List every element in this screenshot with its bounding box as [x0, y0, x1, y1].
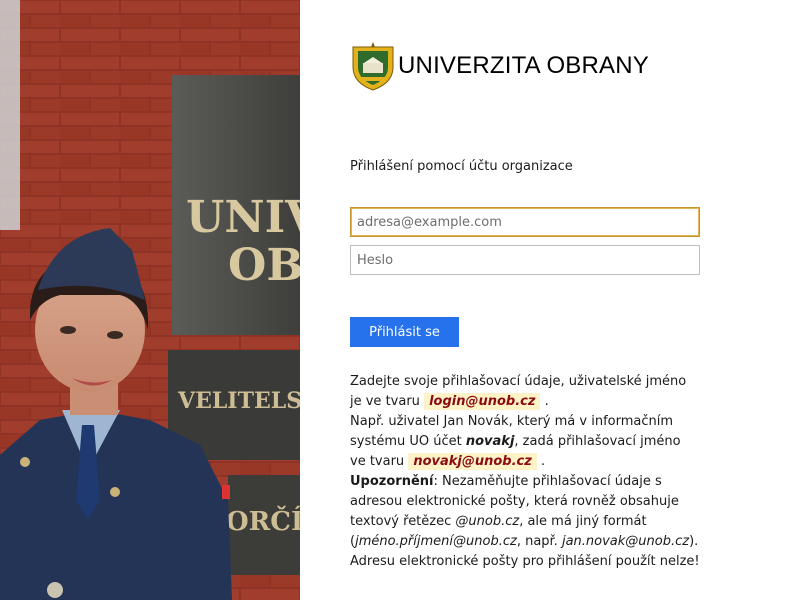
warning-text: ).	[689, 534, 699, 549]
username-format-example: login@unob.cz	[424, 393, 541, 410]
sign-text: VELITELSTV	[177, 388, 300, 414]
lower-sign-text: ORČÍ	[226, 505, 300, 537]
warning-paragraph: Upozornění: Nezaměňujte přihlašovací úda…	[350, 472, 700, 552]
plaque-text-line-1: UNIV	[186, 192, 300, 243]
university-crest-icon	[352, 42, 394, 91]
login-instructions: Zadejte svoje přihlašovací údaje, uživat…	[350, 372, 700, 572]
sign-in-button[interactable]: Přihlásit se	[350, 317, 459, 347]
password-input[interactable]	[350, 245, 700, 275]
email-format-example: jméno.příjmení@unob.cz	[355, 534, 517, 549]
instructions-paragraph-1: Zadejte svoje přihlašovací údaje, uživat…	[350, 372, 700, 412]
login-heading: Přihlášení pomocí účtu organizace	[350, 159, 573, 174]
warning-text: , např.	[516, 534, 558, 549]
instructions-paragraph-3: Adresu elektronické pošty pro přihlášení…	[350, 554, 700, 569]
login-panel: UNIVERZITA OBRANY Přihlášení pomocí účtu…	[300, 0, 800, 600]
email-input[interactable]	[350, 207, 700, 237]
email-sample: jan.novak@unob.cz	[561, 534, 690, 549]
plaque-text-line-2: OB	[228, 240, 300, 291]
photo-soldier-at-building: UNIV OB VELITELSTV ORČÍ	[0, 0, 300, 600]
instructions-text: .	[544, 394, 549, 409]
brand-header: UNIVERZITA OBRANY	[350, 40, 649, 92]
warning-domain: @unob.cz	[455, 514, 520, 529]
warning-label: Upozornění	[350, 474, 434, 489]
instructions-paragraph-2: Např. uživatel Jan Novák, který má v inf…	[350, 412, 700, 472]
account-example: novakj	[465, 434, 515, 449]
instructions-text: .	[540, 454, 546, 469]
brand-name: UNIVERZITA OBRANY	[398, 52, 649, 79]
background-photo: UNIV OB VELITELSTV ORČÍ	[0, 0, 300, 600]
login-example: novakj@unob.cz	[408, 453, 537, 470]
